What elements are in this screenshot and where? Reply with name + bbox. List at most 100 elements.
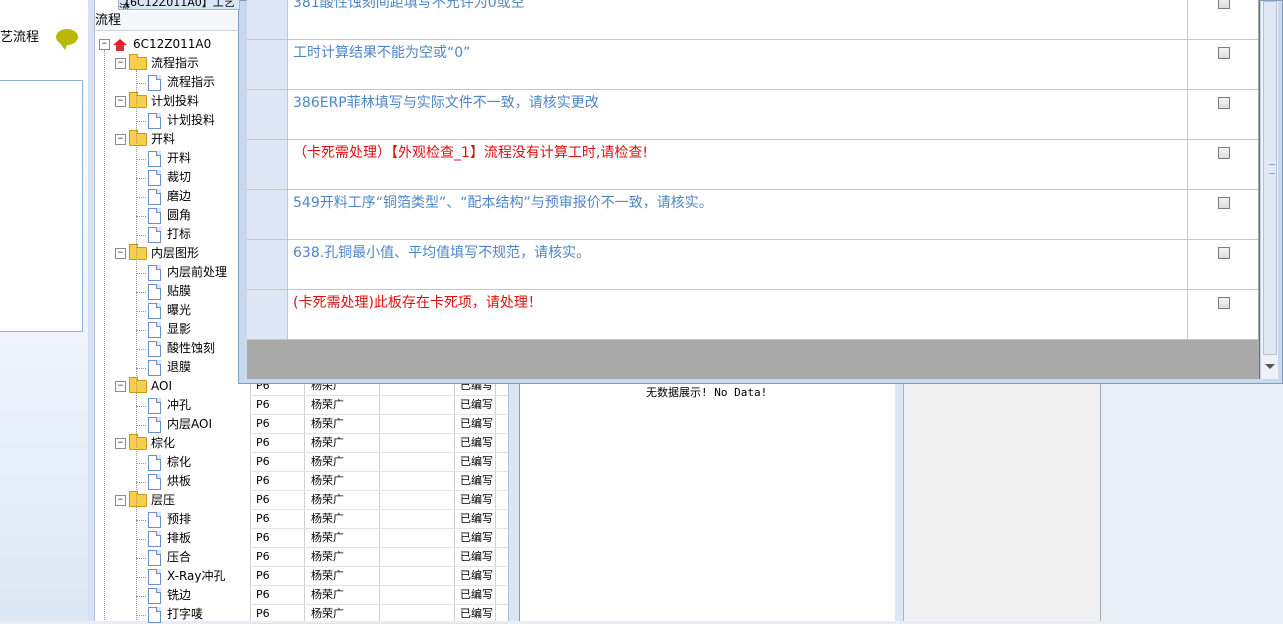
tree-leaf[interactable]: 计划投料 xyxy=(148,111,215,130)
tree-folder[interactable]: − 内层图形 xyxy=(115,244,199,263)
error-list: 381酸性蚀刻间距填写不允许为0或空工时计算结果不能为空或“0” 386ERP菲林… xyxy=(247,0,1260,379)
grid-cell-status: 已编写 xyxy=(460,493,493,506)
dialog-title-fragment: 【6C12Z011A0】工艺流 xyxy=(118,0,240,10)
tree-leaf[interactable]: 冲孔 xyxy=(148,396,191,415)
tree-leaf[interactable]: 压合 xyxy=(148,548,191,567)
tree-leaf[interactable]: 显影 xyxy=(148,320,191,339)
grid-row[interactable]: P6 杨荣广 已编写 xyxy=(250,395,508,415)
tree-leaf[interactable]: 铣边 xyxy=(148,586,191,605)
collapse-icon[interactable]: − xyxy=(115,96,126,107)
chat-bubble-icon[interactable] xyxy=(56,29,78,50)
grid-row[interactable]: P6 杨荣广 已编写 xyxy=(250,490,508,510)
grid-row[interactable]: P6 杨荣广 已编写 xyxy=(250,509,508,529)
grid-cell-status: 已编写 xyxy=(460,531,493,544)
row-checkbox[interactable] xyxy=(1218,97,1230,109)
row-header-cell[interactable] xyxy=(247,290,288,339)
grid-row[interactable]: P6 杨荣广 已编写 xyxy=(250,433,508,453)
grid-row[interactable]: P6 杨荣广 已编写 xyxy=(250,585,508,605)
row-checkbox[interactable] xyxy=(1218,297,1230,309)
document-icon xyxy=(148,321,161,338)
tree-leaf[interactable]: 曝光 xyxy=(148,301,191,320)
row-header-cell[interactable] xyxy=(247,90,288,139)
error-message: 工时计算结果不能为空或“0” xyxy=(293,45,471,61)
tree-folder[interactable]: − 计划投料 xyxy=(115,92,199,111)
tree-leaf[interactable]: 内层AOI xyxy=(148,415,212,434)
grid-cell-status: 已编写 xyxy=(460,569,493,582)
document-icon xyxy=(148,302,161,319)
tree-leaf[interactable]: 烘板 xyxy=(148,472,191,491)
grid-cell-code: P6 xyxy=(256,398,270,411)
tree-leaf[interactable]: 排板 xyxy=(148,529,191,548)
tree-folder[interactable]: − 开料 xyxy=(115,130,175,149)
error-row[interactable]: 638.孔铜最小值、平均值填写不规范，请核实。 xyxy=(247,240,1258,290)
row-header-cell[interactable] xyxy=(247,0,288,39)
tree-connector xyxy=(136,463,146,464)
tree-leaf[interactable]: 打字唛 xyxy=(148,605,203,624)
scroll-down-icon[interactable] xyxy=(1265,364,1275,369)
error-list-scrollbar[interactable] xyxy=(1260,1,1278,379)
collapse-icon[interactable]: − xyxy=(115,495,126,506)
tree-leaf[interactable]: 内层前处理 xyxy=(148,263,227,282)
document-icon xyxy=(148,416,161,433)
tree-folder[interactable]: − AOI xyxy=(115,377,172,396)
tree-leaf[interactable]: 贴膜 xyxy=(148,282,191,301)
grid-cell-name: 杨荣广 xyxy=(311,455,344,468)
document-icon xyxy=(148,359,161,376)
grid-row[interactable]: P6 杨荣广 已编写 xyxy=(250,471,508,491)
error-row[interactable]: 381酸性蚀刻间距填写不允许为0或空 xyxy=(247,0,1258,40)
tree-leaf[interactable]: 棕化 xyxy=(148,453,191,472)
tree-leaf[interactable]: 预排 xyxy=(148,510,191,529)
no-data-message: 无数据展示! No Data! xyxy=(646,386,768,399)
grid-row[interactable]: P6 杨荣广 已编写 xyxy=(250,566,508,586)
collapse-icon[interactable]: − xyxy=(99,39,110,50)
error-row[interactable]: 工时计算结果不能为空或“0” xyxy=(247,40,1258,90)
grid-row[interactable]: P6 杨荣广 已编写 xyxy=(250,414,508,434)
row-checkbox[interactable] xyxy=(1218,247,1230,259)
row-checkbox[interactable] xyxy=(1218,0,1230,9)
error-row[interactable]: 386ERP菲林填写与实际文件不一致，请核实更改 xyxy=(247,90,1258,140)
tree-folder[interactable]: − 层压 xyxy=(115,491,175,510)
tree-leaf[interactable]: 酸性蚀刻 xyxy=(148,339,215,358)
row-checkbox[interactable] xyxy=(1218,197,1230,209)
tree-folder[interactable]: − 流程指示 xyxy=(115,54,199,73)
row-header-cell[interactable] xyxy=(247,140,288,189)
collapse-icon[interactable]: − xyxy=(115,134,126,145)
row-checkbox[interactable] xyxy=(1218,147,1230,159)
tree-connector xyxy=(136,330,146,331)
collapse-icon[interactable]: − xyxy=(115,381,126,392)
tree-leaf[interactable]: 磨边 xyxy=(148,187,191,206)
collapse-icon[interactable]: − xyxy=(115,248,126,259)
tree-connector xyxy=(136,178,146,179)
row-header-cell[interactable] xyxy=(247,240,288,289)
left-splitter[interactable] xyxy=(88,0,95,621)
tree-folder-label: 棕化 xyxy=(151,436,176,450)
row-header-cell[interactable] xyxy=(247,190,288,239)
tree-folder[interactable]: − 棕化 xyxy=(115,434,175,453)
tree-connector xyxy=(136,615,146,616)
tree-leaf[interactable]: 流程指示 xyxy=(148,73,215,92)
tree-leaf[interactable]: 圆角 xyxy=(148,206,191,225)
tree-leaf[interactable]: X-Ray冲孔 xyxy=(148,567,225,586)
tree-leaf[interactable]: 退膜 xyxy=(148,358,191,377)
grid-cell-name: 杨荣广 xyxy=(311,607,344,620)
row-header-cell[interactable] xyxy=(247,40,288,89)
error-row[interactable]: (卡死需处理)此板存在卡死项，请处理！ xyxy=(247,290,1258,340)
grid-row[interactable]: P6 杨荣广 已编写 xyxy=(250,452,508,472)
tree-root[interactable]: − 6C12Z011A0 xyxy=(99,35,211,54)
tree-leaf[interactable]: 打标 xyxy=(148,225,191,244)
error-message: 549开料工序“铜箔类型”、“配本结构”与预审报价不一致，请核实。 xyxy=(293,195,713,211)
error-row[interactable]: 549开料工序“铜箔类型”、“配本结构”与预审报价不一致，请核实。 xyxy=(247,190,1258,240)
document-icon xyxy=(148,568,161,585)
collapse-icon[interactable]: − xyxy=(115,58,126,69)
column-divider xyxy=(1187,90,1188,139)
row-checkbox[interactable] xyxy=(1218,47,1230,59)
grid-row[interactable]: P6 杨荣广 已编写 xyxy=(250,547,508,567)
tree-leaf[interactable]: 开料 xyxy=(148,149,191,168)
error-row[interactable]: （卡死需处理）【外观检查_1】流程没有计算工时,请检查! xyxy=(247,140,1258,190)
column-divider xyxy=(1187,190,1188,239)
scrollbar-thumb[interactable] xyxy=(1263,1,1277,355)
collapse-icon[interactable]: − xyxy=(115,438,126,449)
grid-row[interactable]: P6 杨荣广 已编写 xyxy=(250,528,508,548)
tree-leaf[interactable]: 裁切 xyxy=(148,168,191,187)
grid-row[interactable]: P6 杨荣广 已编写 xyxy=(250,604,508,624)
